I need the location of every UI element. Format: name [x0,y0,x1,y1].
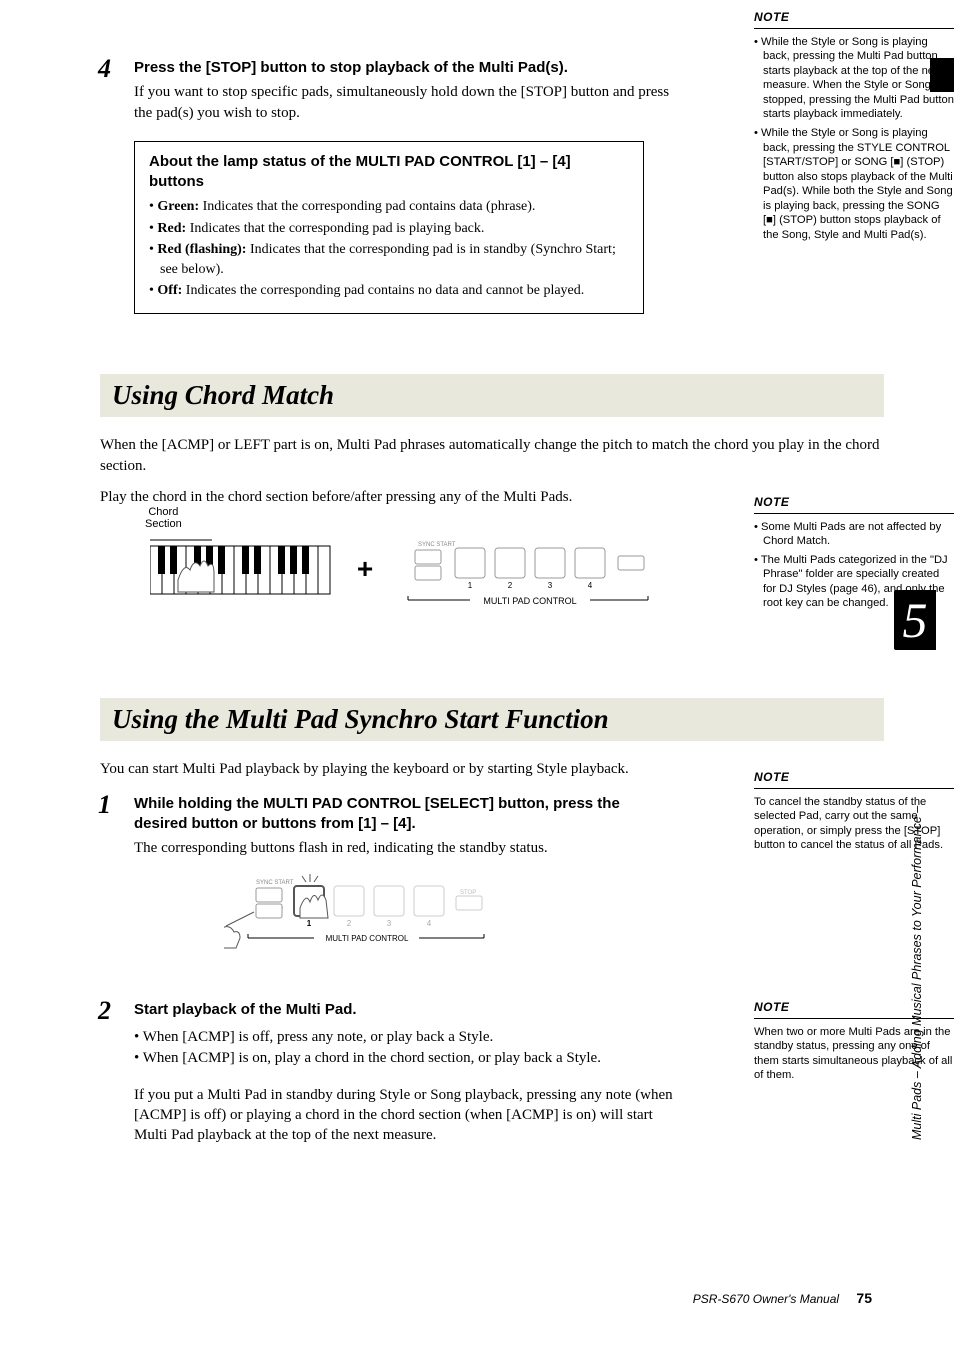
chord-match-intro1: When the [ACMP] or LEFT part is on, Mult… [100,435,884,477]
step4-body: If you want to stop specific pads, simul… [134,82,674,123]
note-bullet: • While the Style or Song is playing bac… [754,35,954,122]
step-number-2: 2 [98,996,111,1026]
svg-text:3: 3 [548,581,553,590]
section-title-synchro: Using the Multi Pad Synchro Start Functi… [100,698,884,741]
step4-heading: Press the [STOP] button to stop playback… [134,58,674,78]
section-title-chord-match: Using Chord Match [100,374,884,417]
multipad-control-label: MULTI PAD CONTROL [483,596,576,606]
note-box-2: NOTE • Some Multi Pads are not affected … [754,495,954,615]
svg-text:1: 1 [307,919,312,928]
step1-body: The corresponding buttons flash in red, … [134,838,674,858]
note-box-4: NOTE When two or more Multi Pads are in … [754,1000,954,1083]
svg-text:4: 4 [588,581,593,590]
note-bullet: • The Multi Pads categorized in the "DJ … [754,553,954,611]
page-number: 75 [856,1290,872,1306]
inset-item: • Green: Indicates that the correspondin… [149,197,629,217]
step2-bullet: • When [ACMP] is off, press any note, or… [134,1027,674,1048]
inset-item: • Red: Indicates that the corresponding … [149,219,629,239]
inset-title: About the lamp status of the MULTI PAD C… [149,152,629,193]
step-number-4: 4 [98,54,111,84]
step1-heading: While holding the MULTI PAD CONTROL [SEL… [134,794,674,835]
inset-item: • Red (flashing): Indicates that the cor… [149,240,629,281]
page-footer: PSR-S670 Owner's Manual 75 [693,1290,872,1306]
synchro-diagram: SYNC START SELECT [224,870,674,960]
note-bullet: • While the Style or Song is playing bac… [754,126,954,243]
doc-title: PSR-S670 Owner's Manual [693,1292,839,1306]
svg-text:SYNC START: SYNC START [418,542,456,548]
step2-paragraph: If you put a Multi Pad in standby during… [134,1085,674,1146]
svg-text:1: 1 [468,581,473,590]
svg-text:4: 4 [427,919,432,928]
svg-text:+: + [357,553,373,584]
keyboard-svg: + SYNC START SELECT STOP 1 2 3 4 [150,528,670,618]
svg-text:STOP: STOP [460,890,476,896]
note-bullet: • Some Multi Pads are not affected by Ch… [754,520,954,549]
note-body: When two or more Multi Pads are in the s… [754,1025,954,1083]
chord-section-label: Chord Section [145,506,182,530]
note-title: NOTE [754,10,954,29]
svg-text:2: 2 [508,581,513,590]
inset-item: • Off: Indicates the corresponding pad c… [149,281,629,301]
step2-bullet: • When [ACMP] is on, play a chord in the… [134,1048,674,1069]
step-number-1: 1 [98,790,111,820]
note-box-3: NOTE To cancel the standby status of the… [754,770,954,853]
svg-text:2: 2 [347,919,352,928]
note-title: NOTE [754,1000,954,1019]
svg-text:SYNC START: SYNC START [256,880,294,886]
note-box-1: NOTE • While the Style or Song is playin… [754,10,954,246]
svg-text:MULTI PAD CONTROL: MULTI PAD CONTROL [326,934,409,943]
lamp-status-box: About the lamp status of the MULTI PAD C… [134,141,644,314]
note-body: To cancel the standby status of the sele… [754,795,954,853]
svg-text:3: 3 [387,919,392,928]
note-title: NOTE [754,770,954,789]
note-title: NOTE [754,495,954,514]
step2-heading: Start playback of the Multi Pad. [134,1000,674,1020]
